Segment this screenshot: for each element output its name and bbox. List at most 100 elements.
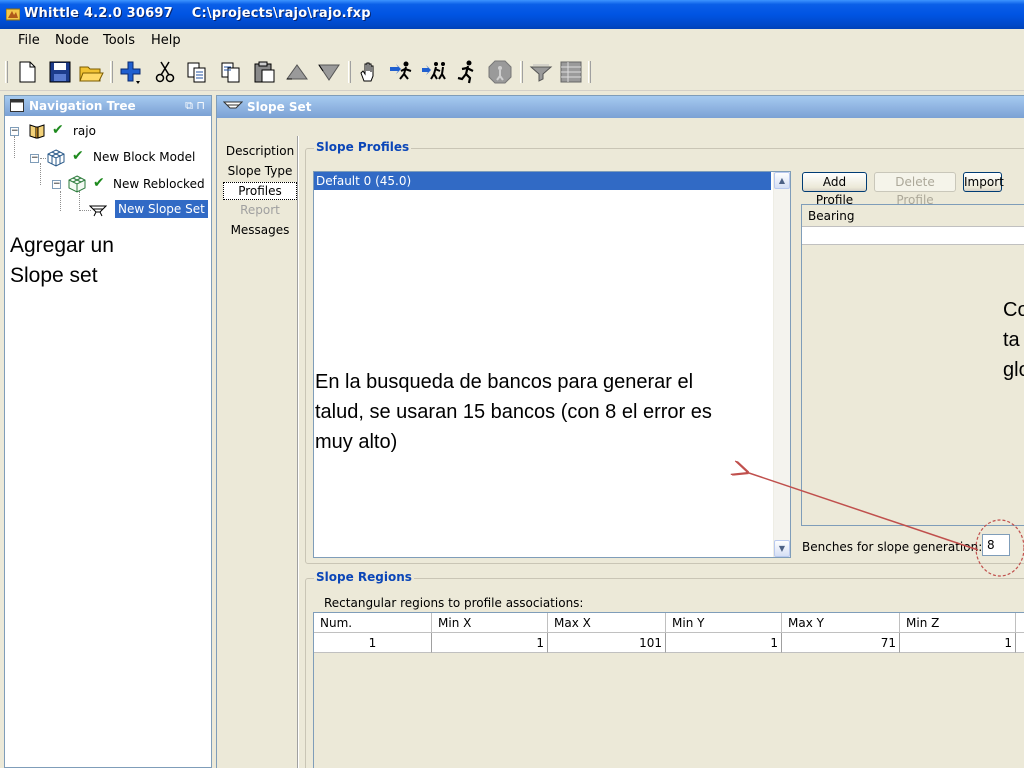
toolbar-separator	[588, 61, 591, 83]
annotation-line: Slope set	[10, 264, 98, 287]
toolbar	[0, 53, 1024, 91]
filter-icon[interactable]	[528, 59, 554, 85]
benches-label: Benches for slope generation:	[802, 540, 983, 554]
column-header-max-x[interactable]: Max X	[548, 613, 666, 633]
bearing-row[interactable]	[802, 227, 1024, 245]
tab-description[interactable]: Description	[222, 141, 298, 161]
cell-max-y[interactable]: 71	[782, 633, 900, 653]
check-icon: ✔	[93, 175, 105, 191]
run-multiple-icon[interactable]	[421, 59, 447, 85]
hand-pan-icon[interactable]	[356, 59, 382, 85]
window-title: Whittle 4.2.0 30697 C:\projects\rajo\raj…	[24, 6, 371, 21]
annotation-line: En la busqueda de bancos para generar el	[315, 371, 694, 393]
cell-max-x[interactable]: 101	[548, 633, 666, 653]
delete-profile-button: Delete Profile	[874, 172, 956, 207]
tab-profiles[interactable]: Profiles	[223, 182, 297, 200]
collapse-icon[interactable]: −	[52, 180, 61, 189]
tree-item-reblocked[interactable]: − ✔ New Reblocked	[5, 174, 210, 196]
menu-bar: File Node Tools Help	[0, 29, 1024, 53]
run-forward-icon[interactable]	[388, 59, 414, 85]
column-header-max-y[interactable]: Max Y	[782, 613, 900, 633]
annotation-benches-note: En la busqueda de bancos para generar el…	[315, 367, 785, 457]
inverted-pit-icon[interactable]	[316, 59, 342, 85]
paste-icon[interactable]	[218, 59, 244, 85]
menu-help[interactable]: Help	[151, 33, 181, 48]
whittle-window: Whittle 4.2.0 30697 C:\projects\rajo\raj…	[0, 0, 1024, 768]
add-node-icon[interactable]	[118, 59, 144, 85]
slope-set-header: Slope Set	[217, 96, 1024, 118]
annotation-line: muy alto)	[315, 431, 398, 453]
paste-special-icon[interactable]	[251, 59, 277, 85]
column-header-min-z[interactable]: Min Z	[900, 613, 1016, 633]
menu-node[interactable]: Node	[55, 33, 89, 48]
bearing-table: Bearing	[801, 204, 1024, 526]
column-header-min-x[interactable]: Min X	[432, 613, 548, 633]
bearing-column-header[interactable]: Bearing	[802, 205, 1024, 227]
tab-slope-type[interactable]: Slope Type	[222, 161, 298, 181]
annotation-line: Agregar un	[10, 234, 114, 257]
tree-item-label: New Block Model	[93, 150, 196, 164]
toolbar-grip[interactable]	[5, 61, 8, 83]
tab-report: Report	[240, 203, 280, 217]
side-tab-divider	[297, 136, 299, 768]
cut-icon[interactable]	[152, 59, 178, 85]
cell-num[interactable]: 1	[314, 633, 432, 653]
slope-set-panel: Slope Set Description Slope Type Profile…	[216, 95, 1024, 768]
tree-item-slope-set[interactable]: New Slope Set	[5, 200, 210, 222]
tree-item-block-model[interactable]: − ✔ New Block Model	[5, 147, 205, 169]
open-folder-icon[interactable]	[78, 59, 104, 85]
tree-item-rajo[interactable]: − ✔ rajo	[5, 121, 205, 143]
navigation-tree-title: Navigation Tree	[29, 99, 136, 113]
cell-min-z[interactable]: 1	[900, 633, 1016, 653]
annotation-right-clipped: Co ta glo	[1003, 295, 1024, 385]
slope-set-icon	[89, 205, 107, 217]
save-icon[interactable]	[47, 59, 73, 85]
new-file-icon[interactable]	[14, 59, 40, 85]
column-header-more[interactable]	[1016, 613, 1024, 633]
side-tab-list: Description Slope Type Profiles Report M…	[222, 141, 298, 240]
tree-item-label: New Slope Set	[115, 200, 208, 218]
regions-table: Num. Min X Max X Min Y Max Y Min Z 1 1 1…	[313, 612, 1024, 768]
add-profile-button[interactable]: Add Profile	[802, 172, 867, 207]
tab-messages[interactable]: Messages	[222, 220, 298, 240]
panel-window-controls[interactable]: ⧉ ⊓	[185, 99, 205, 113]
slope-profiles-title: Slope Profiles	[314, 140, 412, 154]
annotation-add-slope-set: Agregar un Slope set	[10, 231, 190, 291]
import-button[interactable]: Import	[963, 172, 1004, 192]
cell-more[interactable]	[1016, 633, 1024, 653]
collapse-icon[interactable]: −	[30, 154, 39, 163]
benches-input[interactable]: 8	[982, 534, 1010, 556]
profiles-list[interactable]: Default 0 (45.0) ▲ ▼	[313, 171, 791, 558]
tree-item-label: New Reblocked	[113, 177, 205, 191]
copy-icon[interactable]	[184, 59, 210, 85]
check-icon: ✔	[52, 122, 64, 138]
column-header-min-y[interactable]: Min Y	[666, 613, 782, 633]
cell-min-x[interactable]: 1	[432, 633, 548, 653]
menu-tools[interactable]: Tools	[103, 33, 135, 48]
slope-set-title: Slope Set	[247, 100, 312, 114]
regions-caption: Rectangular regions to profile associati…	[324, 596, 584, 610]
project-book-icon	[29, 124, 45, 139]
annotation-line: talud, se usaran 15 bancos (con 8 el err…	[315, 401, 712, 423]
scroll-up-icon[interactable]: ▲	[774, 172, 790, 189]
toolbar-separator	[520, 61, 523, 83]
annotation-line: glo	[1003, 359, 1024, 381]
window-icon	[10, 99, 24, 112]
collapse-icon[interactable]: −	[10, 127, 19, 136]
check-icon: ✔	[72, 148, 84, 164]
toolbar-separator	[110, 61, 113, 83]
column-header-num[interactable]: Num.	[314, 613, 432, 633]
reblocked-model-icon	[68, 175, 86, 193]
report-table-icon[interactable]	[558, 59, 584, 85]
toolbar-separator	[348, 61, 351, 83]
block-model-icon	[47, 149, 65, 167]
scroll-down-icon[interactable]: ▼	[774, 540, 790, 557]
profiles-scrollbar[interactable]: ▲ ▼	[773, 172, 790, 557]
annotation-line: ta	[1003, 329, 1020, 351]
cell-min-y[interactable]: 1	[666, 633, 782, 653]
menu-file[interactable]: File	[18, 33, 40, 48]
runner-icon[interactable]	[454, 59, 480, 85]
profile-item[interactable]: Default 0 (45.0)	[314, 172, 771, 190]
pit-shell-icon[interactable]	[284, 59, 310, 85]
stop-icon[interactable]	[487, 59, 513, 85]
